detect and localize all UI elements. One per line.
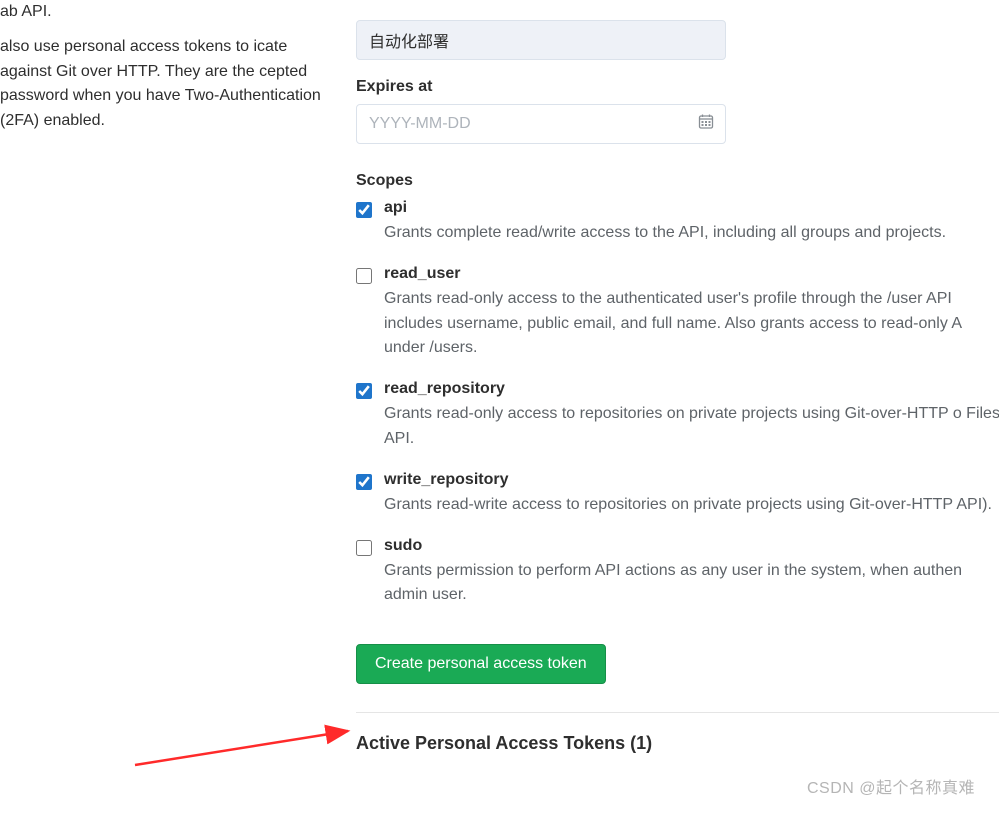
- create-token-button[interactable]: Create personal access token: [356, 644, 606, 684]
- scopes-label: Scopes: [356, 172, 999, 190]
- scope-item-read-repository: read_repository Grants read-only access …: [356, 379, 999, 452]
- scope-body: read_repository Grants read-only access …: [384, 379, 999, 452]
- scope-item-write-repository: write_repository Grants read-write acces…: [356, 470, 999, 518]
- date-wrap: [356, 104, 726, 144]
- scope-desc: Grants permission to perform API actions…: [384, 559, 999, 609]
- scope-checkbox-read-repository[interactable]: [356, 383, 372, 399]
- expires-label: Expires at: [356, 78, 999, 96]
- scope-desc: Grants complete read/write access to the…: [384, 221, 946, 246]
- scope-body: read_user Grants read-only access to the…: [384, 264, 999, 361]
- sidebar-p2: also use personal access tokens to icate…: [0, 35, 340, 134]
- expires-input[interactable]: [356, 104, 726, 144]
- scope-checkbox-read-user[interactable]: [356, 268, 372, 284]
- name-group: [356, 20, 999, 60]
- scope-checkbox-sudo[interactable]: [356, 540, 372, 556]
- scope-item-sudo: sudo Grants permission to perform API ac…: [356, 536, 999, 609]
- scope-item-read-user: read_user Grants read-only access to the…: [356, 264, 999, 361]
- divider: [356, 712, 999, 713]
- sidebar-p1: ab API.: [0, 0, 340, 25]
- scope-desc: Grants read-only access to the authentic…: [384, 287, 999, 361]
- active-tokens-title: Active Personal Access Tokens (1): [356, 733, 999, 754]
- scope-name: api: [384, 199, 946, 217]
- watermark: CSDN @起个名称真难: [807, 774, 975, 798]
- scope-name: write_repository: [384, 471, 992, 489]
- scope-body: write_repository Grants read-write acces…: [384, 470, 992, 518]
- scope-desc: Grants read-write access to repositories…: [384, 493, 992, 518]
- scope-checkbox-api[interactable]: [356, 202, 372, 218]
- annotation-arrow-icon: [130, 703, 360, 773]
- scope-name: sudo: [384, 537, 999, 555]
- expires-group: Expires at: [356, 78, 999, 144]
- scope-item-api: api Grants complete read/write access to…: [356, 198, 999, 246]
- scope-body: api Grants complete read/write access to…: [384, 198, 946, 246]
- scope-checkbox-write-repository[interactable]: [356, 474, 372, 490]
- scopes-section: Scopes api Grants complete read/write ac…: [356, 172, 999, 608]
- scope-desc: Grants read-only access to repositories …: [384, 402, 999, 452]
- sidebar-description: ab API. also use personal access tokens …: [0, 0, 340, 144]
- scope-name: read_repository: [384, 380, 999, 398]
- scope-body: sudo Grants permission to perform API ac…: [384, 536, 999, 609]
- token-name-input[interactable]: [356, 20, 726, 60]
- scope-name: read_user: [384, 265, 999, 283]
- form-main: Expires at Scopes api Grants complete: [356, 0, 999, 754]
